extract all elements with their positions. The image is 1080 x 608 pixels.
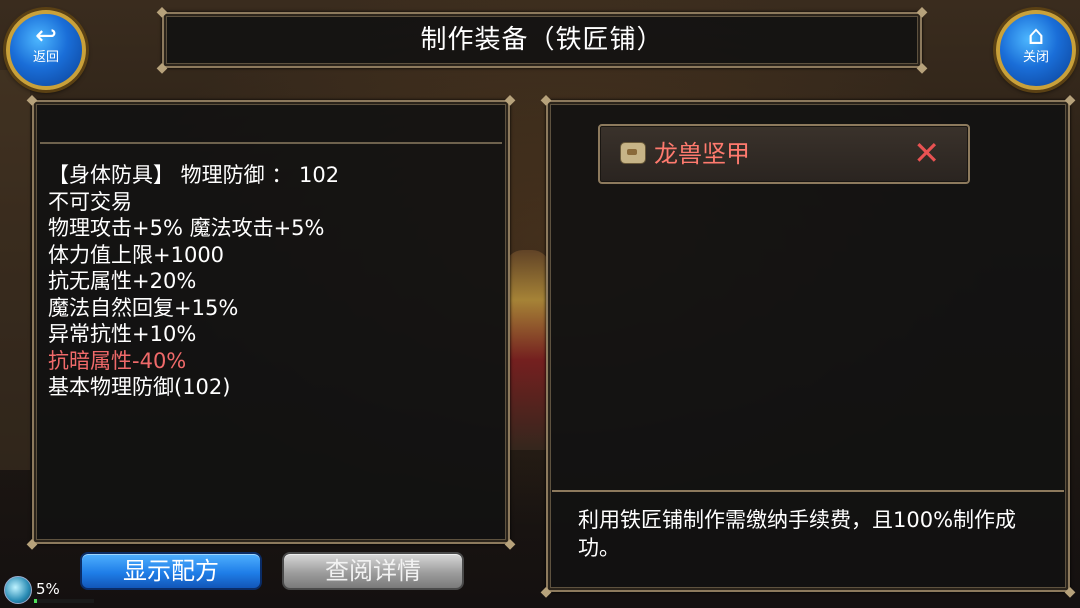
close-button-label: 关闭 <box>1022 50 1049 65</box>
title-bar: ◆ ◆ ◆ ◆ 制作装备（铁匠铺） <box>156 4 928 76</box>
stat-line: 抗无属性+20% <box>48 269 197 293</box>
home-icon: ⌂ <box>1027 21 1045 51</box>
crafting-panel-divider <box>552 490 1064 492</box>
back-button-label: 返回 <box>32 50 59 65</box>
stat-line: 物理攻击+5% 魔法攻击+5% <box>48 216 325 240</box>
back-arrow-icon: ↩ <box>35 21 57 51</box>
page-title: 制作装备（铁匠铺） <box>420 25 664 55</box>
stat-line: 抗暗属性-40% <box>48 348 187 373</box>
status-progress-fill <box>34 599 37 603</box>
status-progress-bar <box>34 599 94 603</box>
stat-line: 【身体防具】 物理防御 ： 102 <box>48 163 340 187</box>
background-character <box>505 250 550 450</box>
item-stats-panel: ◆ ◆ ◆ ◆ 【身体防具】 物理防御 ： 102 不可交易 物理攻击+5% 魔法攻击+… <box>26 92 516 552</box>
item-stats-list: 【身体防具】 物理防御 ： 102 不可交易 物理攻击+5% 魔法攻击+5% 体力值上… <box>48 162 339 401</box>
status-orb-icon <box>4 576 32 604</box>
stat-line: 不可交易 <box>48 189 132 214</box>
background-shelf <box>0 70 30 470</box>
scroll-icon <box>620 142 646 164</box>
material-item-name: 龙兽坚甲 <box>654 140 750 168</box>
show-recipe-button[interactable]: 显示配方 <box>80 552 262 590</box>
item-stats-header <box>40 108 502 144</box>
stat-line: 体力值上限+1000 <box>48 242 225 267</box>
close-icon[interactable]: ✕ <box>913 126 940 182</box>
close-button[interactable]: ⌂ 关闭 <box>996 10 1076 90</box>
material-slot[interactable]: 龙兽坚甲 ✕ <box>598 124 970 184</box>
stat-line: 基本物理防御(102) <box>48 375 231 399</box>
stat-line: 魔法自然回复+15% <box>48 295 239 320</box>
stat-line: 异常抗性+10% <box>48 322 197 346</box>
view-details-button[interactable]: 查阅详情 <box>282 552 464 590</box>
crafting-info-text: 利用铁匠铺制作需缴纳手续费，且100%制作成功。 <box>578 508 1017 560</box>
back-button[interactable]: ↩ 返回 <box>6 10 86 90</box>
status-percent: 5% <box>36 580 60 598</box>
